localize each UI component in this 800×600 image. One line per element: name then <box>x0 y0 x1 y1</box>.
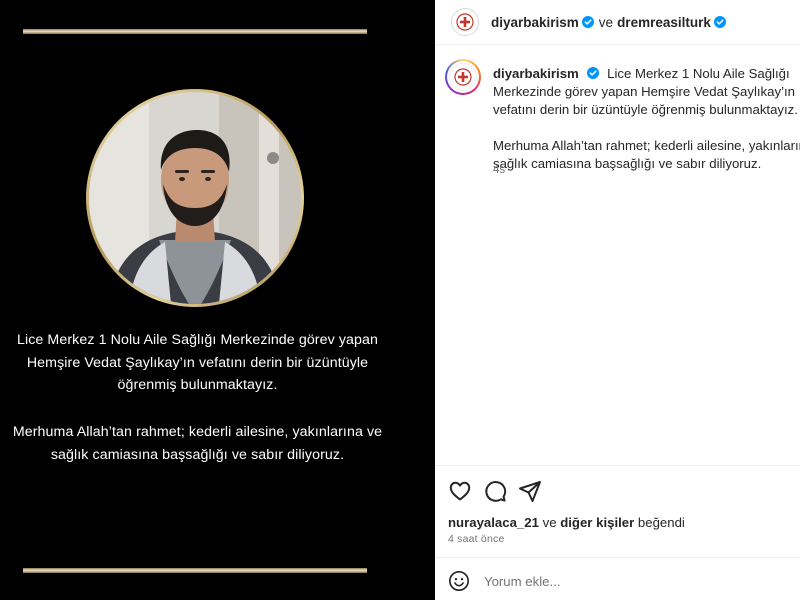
post-sidebar: diyarbakirism ve dremreasilturk diyarbak… <box>435 0 800 600</box>
portrait-illustration <box>89 92 301 304</box>
likes-connector: ve <box>542 515 557 530</box>
caption-timestamp[interactable]: 4s <box>493 164 505 176</box>
heart-icon <box>449 481 471 501</box>
comment-icon <box>485 481 507 502</box>
story-ring-avatar[interactable] <box>445 59 481 95</box>
post-timestamp[interactable]: 4 saat önce <box>448 533 505 545</box>
post-actions <box>448 479 553 503</box>
image-caption-line: Merhuma Allah’tan rahmet; kederli ailesi… <box>12 424 383 440</box>
organization-logo-icon <box>454 68 472 86</box>
avatar[interactable] <box>451 8 479 36</box>
collaborator-username[interactable]: dremreasilturk <box>617 15 711 30</box>
verified-badge-icon <box>713 16 726 28</box>
image-caption-paragraph-1: Lice Merkez 1 Nolu Aile Sağlığı Merkezin… <box>0 329 395 397</box>
comment-input[interactable] <box>484 573 764 589</box>
portrait-frame <box>86 89 304 307</box>
caption-author-username[interactable]: diyarbakirism <box>493 66 579 81</box>
caption-comment: diyarbakirism Lice Merkez 1 Nolu Aile Sa… <box>435 57 800 457</box>
emoji-smiley-icon <box>449 571 469 591</box>
portrait-photo <box>89 92 301 304</box>
emoji-button[interactable] <box>448 570 470 592</box>
bottom-gold-divider <box>23 568 367 573</box>
comment-composer <box>448 569 764 593</box>
image-caption-line: Hemşire Vedat Şaylıkay’ın vefatını derin… <box>26 354 369 371</box>
image-caption-line: sağlık camiasına başsağlığı ve sabır dil… <box>50 446 345 463</box>
other-likers-link[interactable]: diğer kişiler <box>560 515 634 530</box>
divider <box>435 465 800 466</box>
post-header: diyarbakirism ve dremreasilturk <box>435 0 800 45</box>
like-button[interactable] <box>448 479 472 503</box>
verified-badge-icon <box>581 16 594 28</box>
comment-button[interactable] <box>483 479 507 503</box>
share-icon <box>519 481 541 502</box>
author-username[interactable]: diyarbakirism <box>491 15 579 30</box>
image-caption-paragraph-2: Merhuma Allah’tan rahmet; kederli ailesi… <box>0 421 395 466</box>
divider <box>435 557 800 558</box>
caption-paragraph-2: Merhuma Allah’tan rahmet; kederli ailesi… <box>493 138 800 171</box>
share-button[interactable] <box>518 479 542 503</box>
post-image[interactable]: Lice Merkez 1 Nolu Aile Sağlığı Merkezin… <box>0 0 435 600</box>
organization-logo-icon <box>456 13 474 31</box>
verified-badge-icon <box>587 67 600 79</box>
image-caption-line: Lice Merkez 1 Nolu Aile Sağlığı Merkezin… <box>16 332 379 348</box>
image-caption-line: öğrenmiş bulunmaktayız. <box>117 377 278 393</box>
likes-summary: nurayalaca_21 ve diğer kişiler beğendi <box>448 515 685 530</box>
collab-connector: ve <box>598 14 614 30</box>
post-authors: diyarbakirism ve dremreasilturk <box>491 15 726 30</box>
likes-suffix: beğendi <box>637 515 685 530</box>
liker-username[interactable]: nurayalaca_21 <box>448 515 539 530</box>
top-gold-divider <box>23 29 367 34</box>
caption-text: diyarbakirism Lice Merkez 1 Nolu Aile Sa… <box>493 65 800 173</box>
